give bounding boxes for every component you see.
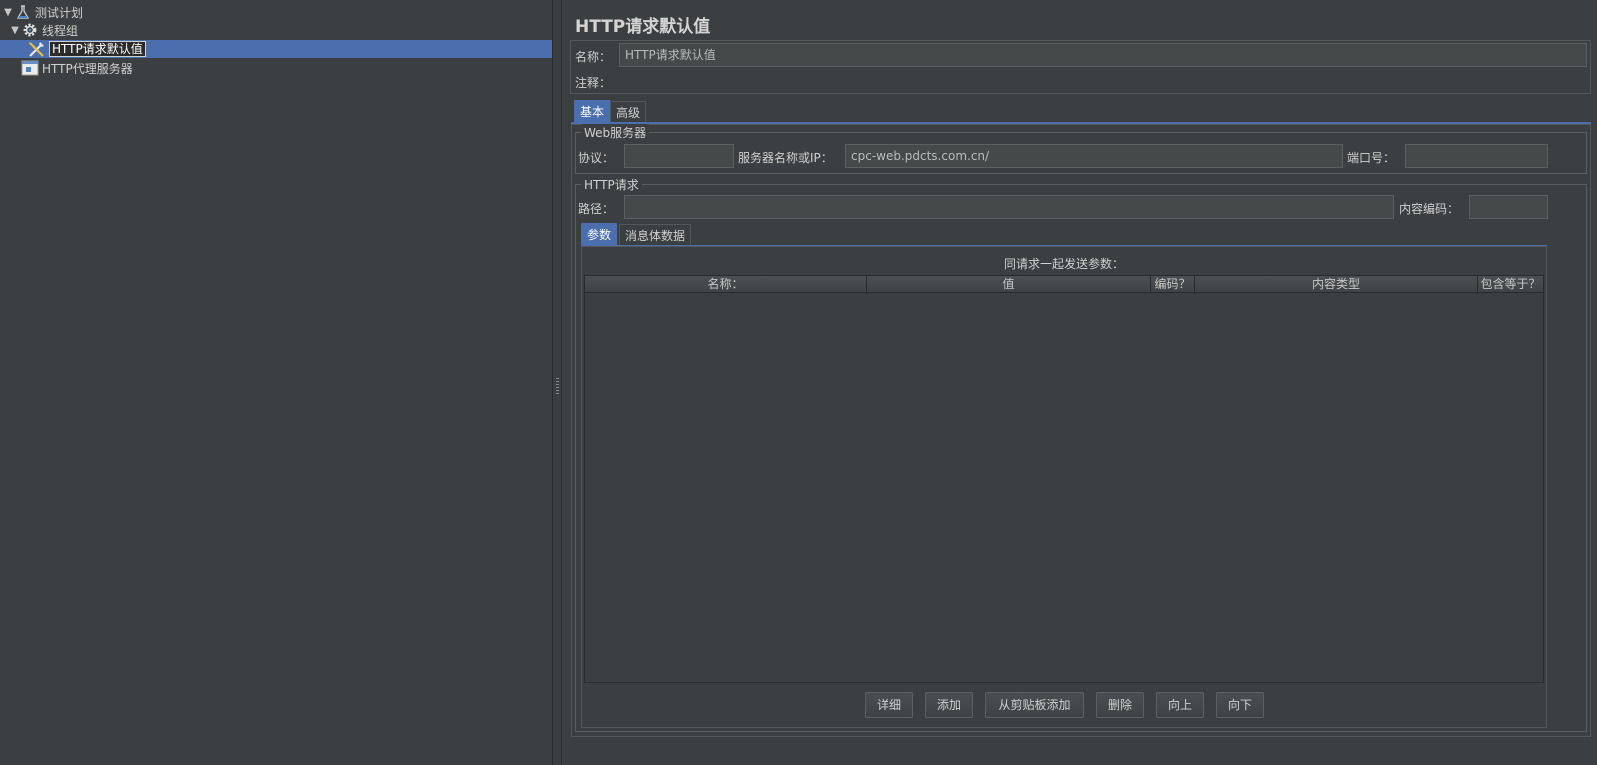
parameters-panel: 同请求一起发送参数： 名称： 值 编码？ 内容类型 包含等于？ (581, 246, 1547, 728)
page-title: HTTP请求默认值 (575, 17, 711, 37)
jmeter-window: ▼ 测试计划 ▼ 线程组 HTTP请求默认值 HTTP代理服务器 HTTP请求默… (0, 0, 1597, 765)
wrench-icon (28, 41, 46, 57)
tree-node-test-plan[interactable]: ▼ 测试计划 (0, 3, 552, 21)
tree-node-thread-group[interactable]: ▼ 线程组 (0, 21, 552, 39)
content-encoding-label: 内容编码： (1399, 202, 1460, 216)
tree-node-label[interactable]: HTTP请求默认值 (49, 41, 146, 57)
parameters-table[interactable]: 名称： 值 编码？ 内容类型 包含等于？ (584, 275, 1544, 683)
grip-icon (556, 378, 559, 394)
tab-basic[interactable]: 基本 (574, 100, 611, 122)
tree-node-label: HTTP代理服务器 (42, 61, 133, 76)
http-request-title: HTTP请求 (581, 176, 642, 193)
gear-icon (21, 22, 39, 38)
server-name-input[interactable]: cpc-web.pdcts.com.cn/ (845, 144, 1343, 168)
column-header-name[interactable]: 名称： (585, 276, 867, 293)
delete-button[interactable]: 删除 (1096, 692, 1144, 718)
comment-input[interactable] (613, 70, 1587, 90)
move-up-button[interactable]: 向上 (1156, 692, 1204, 718)
column-header-encode[interactable]: 编码？ (1151, 276, 1195, 293)
tree-node-label: 测试计划 (35, 5, 84, 20)
tab-parameters[interactable]: 参数 (581, 223, 618, 245)
split-pane-divider[interactable] (552, 0, 562, 765)
add-button[interactable]: 添加 (925, 692, 973, 718)
port-label: 端口号： (1347, 151, 1396, 165)
column-header-content-type[interactable]: 内容类型 (1195, 276, 1478, 293)
web-server-title: Web服务器 (581, 124, 650, 141)
add-from-clipboard-button[interactable]: 从剪贴板添加 (985, 692, 1084, 718)
path-label: 路径： (578, 202, 615, 216)
table-caption: 同请求一起发送参数： (1003, 257, 1124, 271)
server-name-label: 服务器名称或IP： (738, 151, 833, 165)
tab-advanced[interactable]: 高级 (610, 101, 647, 123)
column-header-value[interactable]: 值 (867, 276, 1151, 293)
move-down-button[interactable]: 向下 (1216, 692, 1264, 718)
comment-label: 注释： (575, 76, 612, 90)
config-panel: HTTP请求默认值 名称： HTTP请求默认值 注释： 基本 高级 Web服务器… (563, 0, 1597, 765)
expand-arrow-icon[interactable]: ▼ (9, 25, 21, 36)
tree-node-http-defaults[interactable]: HTTP请求默认值 (0, 40, 552, 58)
name-label: 名称： (575, 50, 612, 64)
test-plan-tree: ▼ 测试计划 ▼ 线程组 HTTP请求默认值 HTTP代理服务器 (0, 0, 552, 765)
tab-body-data[interactable]: 消息体数据 (619, 224, 692, 246)
content-encoding-input[interactable] (1469, 195, 1548, 219)
flask-icon (14, 4, 32, 20)
table-header: 名称： 值 编码？ 内容类型 包含等于？ (585, 276, 1543, 293)
proxy-server-icon (21, 60, 39, 76)
protocol-label: 协议： (578, 151, 615, 165)
port-input[interactable] (1405, 144, 1548, 168)
protocol-input[interactable] (624, 144, 734, 168)
column-header-include-equals[interactable]: 包含等于？ (1478, 276, 1543, 293)
detail-button[interactable]: 详细 (865, 692, 913, 718)
name-input[interactable]: HTTP请求默认值 (619, 43, 1587, 67)
expand-arrow-icon[interactable]: ▼ (2, 7, 14, 18)
tree-node-label: 线程组 (42, 23, 79, 38)
path-input[interactable] (624, 195, 1394, 219)
tree-node-http-proxy[interactable]: HTTP代理服务器 (0, 59, 552, 77)
name-comment-box: 名称： HTTP请求默认值 注释： (570, 40, 1591, 94)
